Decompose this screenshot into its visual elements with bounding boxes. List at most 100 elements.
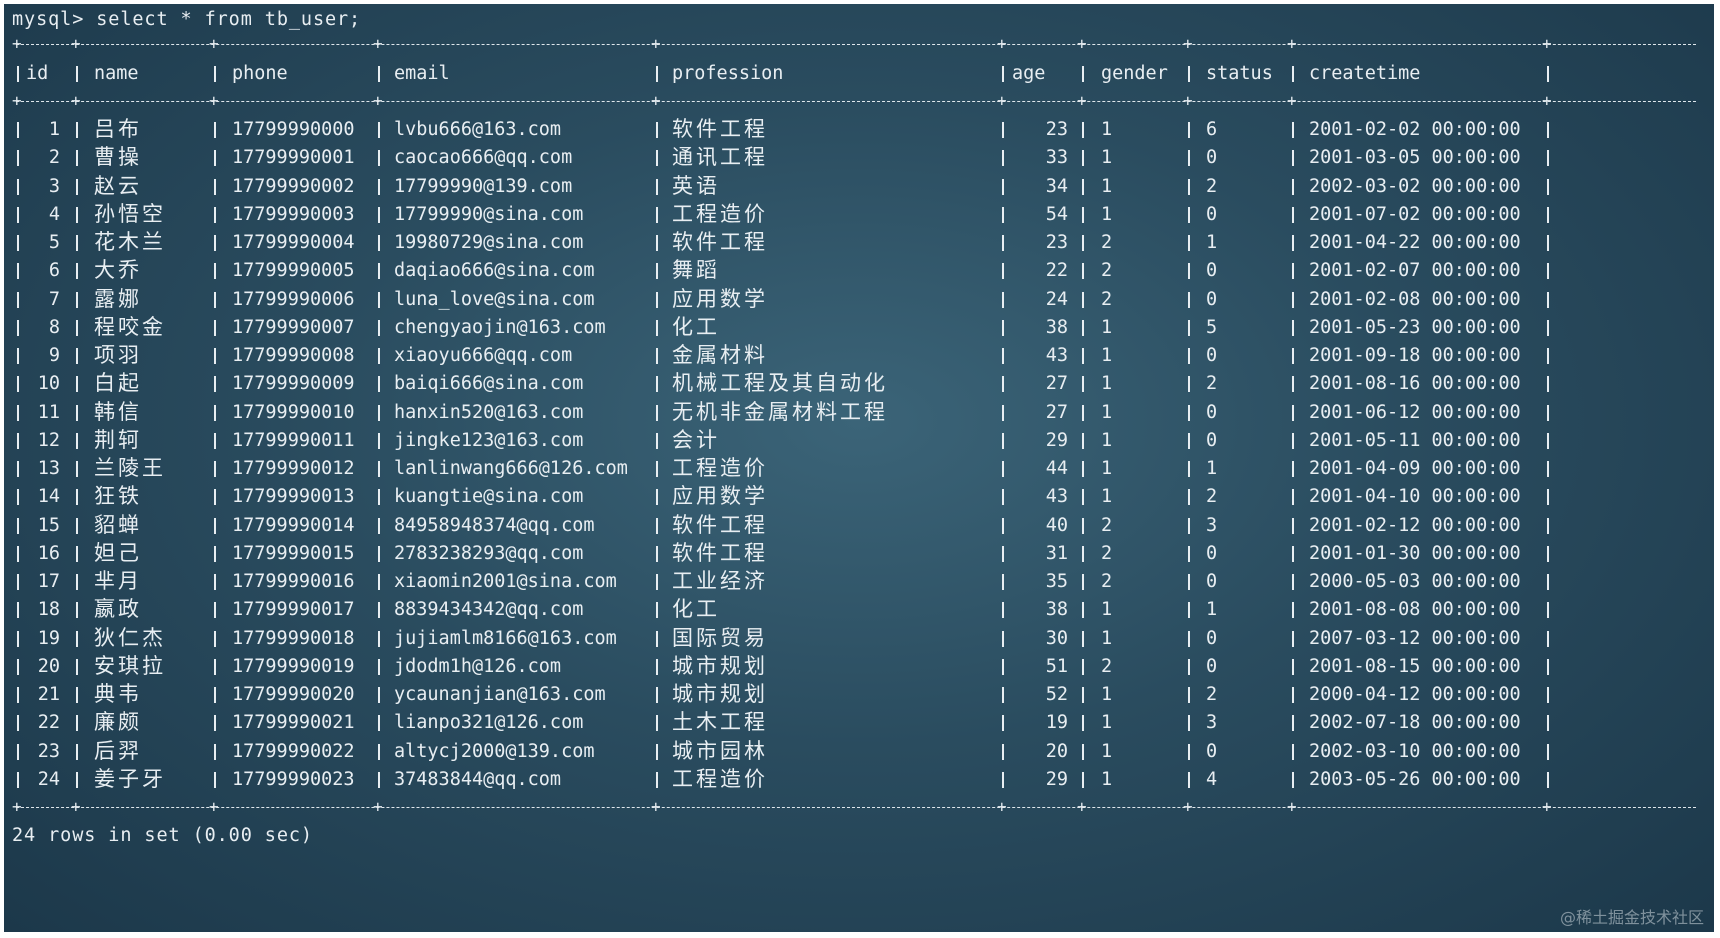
column-border — [1082, 687, 1084, 703]
column-border — [1002, 743, 1004, 760]
column-border — [1547, 235, 1549, 251]
border-corner: + — [1542, 797, 1552, 816]
column-border — [1002, 687, 1004, 703]
column-border — [1082, 602, 1084, 619]
column-border — [1292, 715, 1294, 732]
column-border — [17, 574, 19, 590]
cell-gender: 1 — [1101, 458, 1113, 479]
column-border — [1002, 574, 1004, 590]
cell-id: 14 — [37, 486, 60, 508]
column-border — [1082, 206, 1084, 223]
table-border-bottom: + + + + + + + + + + — [12, 799, 1696, 815]
cell-status: 0 — [1206, 571, 1218, 592]
column-border — [17, 517, 19, 534]
cell-id: 1 — [48, 119, 60, 140]
column-border — [214, 715, 216, 732]
cell-createtime: 2001-03-05 00:00:00 — [1309, 147, 1521, 169]
border-corner: + — [1183, 34, 1193, 53]
column-border — [1292, 545, 1294, 562]
cell-age: 22 — [1045, 260, 1068, 282]
cell-gender: 1 — [1101, 684, 1113, 705]
border-corner: + — [1542, 91, 1552, 110]
cell-createtime: 2007-03-12 00:00:00 — [1309, 627, 1521, 649]
cell-email: lvbu666@163.com — [394, 119, 562, 140]
watermark: @稀土掘金技术社区 — [1559, 908, 1704, 927]
column-border — [1188, 715, 1190, 732]
cell-age: 27 — [1045, 373, 1068, 395]
column-border — [1002, 602, 1004, 619]
cell-name: 安琪拉 — [94, 653, 166, 678]
column-border — [76, 263, 78, 280]
cell-id: 21 — [37, 684, 60, 705]
cell-id: 16 — [37, 542, 60, 564]
cell-id: 15 — [37, 514, 60, 536]
column-border — [656, 348, 658, 364]
column-border — [378, 574, 380, 590]
column-border — [1188, 291, 1190, 308]
border-corner: + — [1287, 34, 1297, 53]
cell-age: 43 — [1045, 486, 1068, 508]
column-border — [1002, 263, 1004, 280]
column-border — [1547, 687, 1549, 703]
cell-email: xiaoyu666@qq.com — [394, 345, 573, 366]
column-border — [76, 743, 78, 760]
column-border — [1547, 206, 1549, 223]
cell-status: 0 — [1206, 740, 1218, 762]
cell-id: 12 — [37, 429, 60, 451]
column-border — [1002, 545, 1004, 562]
column-border — [378, 319, 380, 336]
cell-status: 1 — [1206, 458, 1218, 479]
cell-status: 1 — [1206, 599, 1218, 621]
cell-profession: 无机非金属材料工程 — [672, 399, 888, 424]
cell-profession: 土木工程 — [672, 710, 768, 735]
column-border — [656, 715, 658, 732]
cell-gender: 1 — [1101, 175, 1113, 197]
cell-phone: 17799990020 — [232, 684, 355, 705]
column-border — [378, 545, 380, 562]
column-border — [1002, 206, 1004, 223]
column-border — [214, 489, 216, 506]
column-border — [1292, 771, 1294, 788]
cell-email: hanxin520@163.com — [394, 401, 584, 423]
column-border — [1292, 150, 1294, 167]
cell-email: ycaunanjian@163.com — [394, 684, 606, 705]
column-border — [214, 348, 216, 364]
cell-age: 43 — [1045, 345, 1068, 366]
column-border — [656, 206, 658, 223]
column-border — [214, 432, 216, 449]
cell-name: 大乔 — [94, 258, 142, 283]
cell-gender: 1 — [1101, 627, 1113, 649]
column-border — [1188, 517, 1190, 534]
cell-phone: 17799990005 — [232, 260, 355, 282]
cell-createtime: 2001-07-02 00:00:00 — [1309, 203, 1521, 225]
cell-age: 44 — [1045, 458, 1068, 479]
cell-name: 后羿 — [94, 738, 142, 763]
column-border — [1292, 178, 1294, 195]
cell-id: 8 — [48, 316, 60, 338]
column-border — [17, 432, 19, 449]
column-border — [1188, 489, 1190, 506]
cell-gender: 1 — [1101, 768, 1113, 790]
border-corner: + — [651, 797, 661, 816]
column-border — [1547, 517, 1549, 534]
cell-age: 52 — [1045, 684, 1068, 705]
column-border — [17, 263, 19, 280]
column-border — [1188, 687, 1190, 703]
cell-id: 24 — [37, 768, 60, 790]
column-border — [378, 743, 380, 760]
column-border — [214, 178, 216, 195]
column-border — [1002, 66, 1004, 82]
cell-name: 吕布 — [94, 117, 142, 141]
column-border — [1002, 432, 1004, 449]
cell-age: 54 — [1045, 203, 1068, 225]
terminal-window[interactable]: mysql> select * from tb_user; + + + + + + + + + +… — [4, 4, 1714, 932]
cell-phone: 17799990011 — [232, 429, 355, 451]
cell-createtime: 2003-05-26 00:00:00 — [1309, 768, 1521, 790]
cell-profession: 舞蹈 — [672, 258, 720, 283]
column-border — [17, 66, 19, 82]
cell-age: 33 — [1045, 147, 1068, 169]
column-border — [1547, 263, 1549, 280]
cell-createtime: 2000-05-03 00:00:00 — [1309, 571, 1521, 592]
border-corner: + — [997, 91, 1007, 110]
cell-gender: 1 — [1101, 119, 1113, 140]
